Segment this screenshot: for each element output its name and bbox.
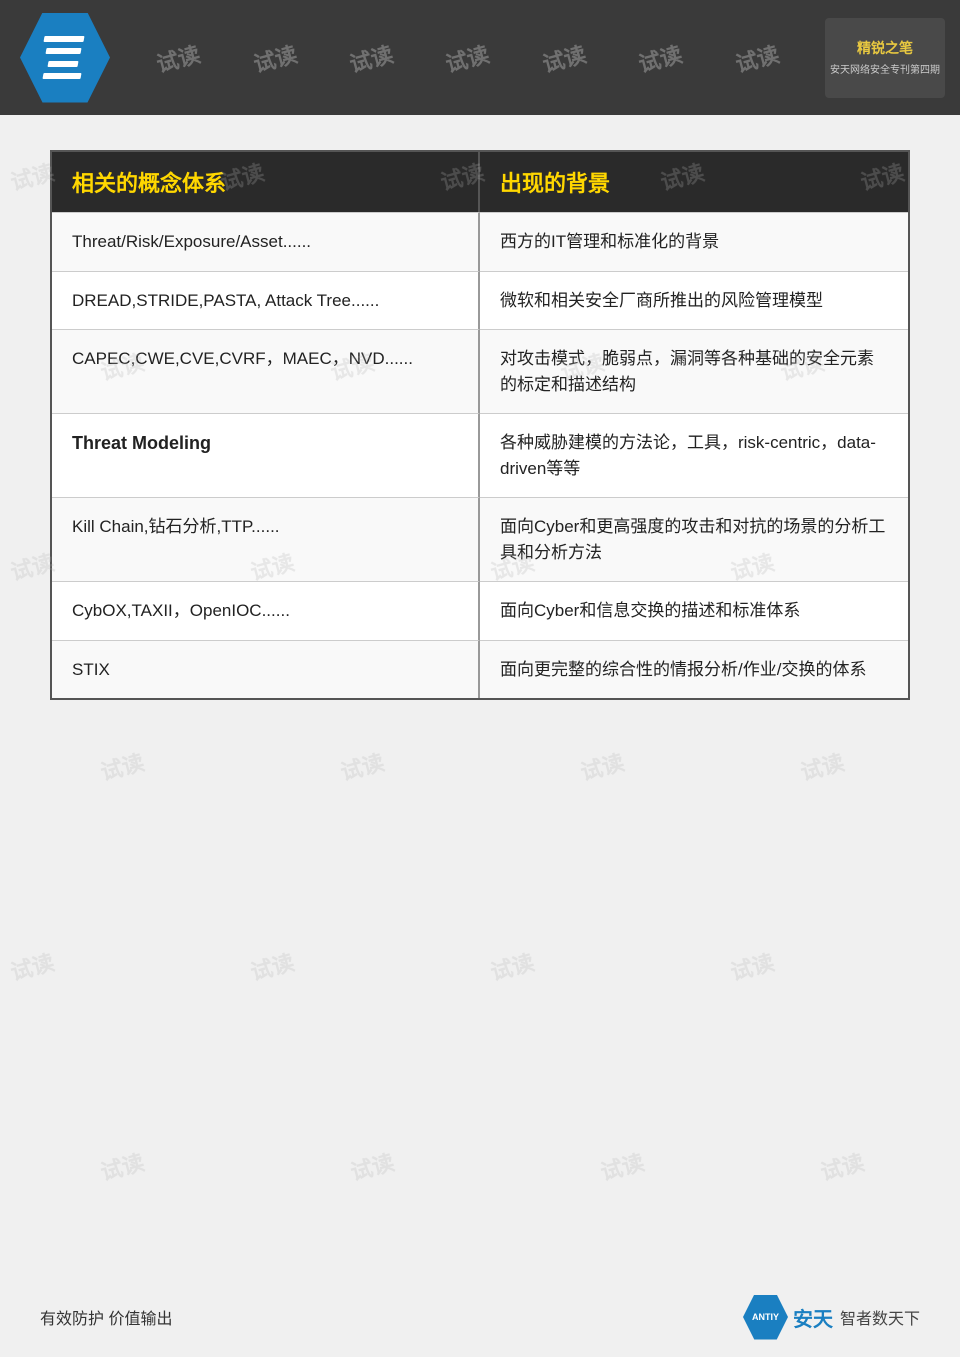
page-watermark: 试读	[347, 1145, 398, 1187]
footer-brand-sub: 智者数天下	[840, 1305, 920, 1329]
header-right-logo-line2: 安天网络安全专刊第四期	[830, 63, 940, 78]
page-watermark: 试读	[487, 945, 538, 987]
table-row: STIX	[52, 640, 480, 699]
footer-brand-main: 安天	[793, 1303, 833, 1332]
page-watermark: 试读	[247, 945, 298, 987]
table-row: 微软和相关安全厂商所推出的风险管理模型	[480, 271, 908, 330]
page-watermark: 试读	[797, 745, 848, 787]
table-row: CAPEC,CWE,CVE,CVRF，MAEC，NVD......	[52, 329, 480, 413]
table-row: 面向更完整的综合性的情报分析/作业/交换的体系	[480, 640, 908, 699]
footer-logo-area: ANTIY 安天 智者数天下	[743, 1295, 920, 1340]
page-watermark: 试读	[727, 945, 778, 987]
page-watermark: 试读	[97, 745, 148, 787]
col1-header: 相关的概念体系	[52, 152, 480, 212]
header-wm-3: 试读	[346, 36, 397, 78]
header-right-logo: 精锐之笔 安天网络安全专刊第四期	[825, 18, 945, 98]
table-row: DREAD,STRIDE,PASTA, Attack Tree......	[52, 271, 480, 330]
page-watermark: 试读	[337, 745, 388, 787]
page-watermark: 试读	[577, 745, 628, 787]
header-right-logo-line1: 精锐之笔	[830, 38, 940, 59]
page-watermark: 试读	[817, 1145, 868, 1187]
table-row: Kill Chain,钻石分析,TTP......	[52, 497, 480, 581]
table-row: Threat Modeling	[52, 413, 480, 497]
antiy-logo	[20, 13, 110, 103]
table-row: 面向Cyber和信息交换的描述和标准体系	[480, 581, 908, 640]
header-wm-6: 试读	[635, 36, 686, 78]
header-wm-2: 试读	[249, 36, 300, 78]
header-wm-4: 试读	[442, 36, 493, 78]
table-row: 西方的IT管理和标准化的背景	[480, 212, 908, 271]
footer-antiy-logo-text: ANTIY	[752, 1312, 779, 1322]
table-row: 对攻击模式，脆弱点，漏洞等各种基础的安全元素的标定和描述结构	[480, 329, 908, 413]
header-wm-5: 试读	[538, 36, 589, 78]
footer: 有效防护 价值输出 ANTIY 安天 智者数天下	[0, 1277, 960, 1357]
page-watermark: 试读	[597, 1145, 648, 1187]
table-row: 各种威胁建模的方法论，工具，risk-centric，data-driven等等	[480, 413, 908, 497]
main-content: 相关的概念体系 出现的背景 Threat/Risk/Exposure/Asset…	[0, 115, 960, 735]
table-row: Threat/Risk/Exposure/Asset......	[52, 212, 480, 271]
header-wm-7: 试读	[731, 36, 782, 78]
col2-header: 出现的背景	[480, 152, 908, 212]
table-row: CybOX,TAXII，OpenIOC......	[52, 581, 480, 640]
page-watermark: 试读	[7, 945, 58, 987]
footer-tagline: 有效防护 价值输出	[40, 1305, 172, 1329]
header-watermarks: 试读 试读 试读 试读 试读 试读 试读	[110, 42, 825, 74]
page-watermark: 试读	[97, 1145, 148, 1187]
table-header-row: 相关的概念体系 出现的背景	[52, 152, 908, 212]
table-row: 面向Cyber和更高强度的攻击和对抗的场景的分析工具和分析方法	[480, 497, 908, 581]
concept-table: 相关的概念体系 出现的背景 Threat/Risk/Exposure/Asset…	[50, 150, 910, 700]
header: 试读 试读 试读 试读 试读 试读 试读 精锐之笔 安天网络安全专刊第四期	[0, 0, 960, 115]
table-body: Threat/Risk/Exposure/Asset......西方的IT管理和…	[52, 212, 908, 698]
header-wm-1: 试读	[153, 36, 204, 78]
footer-antiy-logo-icon: ANTIY	[743, 1295, 788, 1340]
